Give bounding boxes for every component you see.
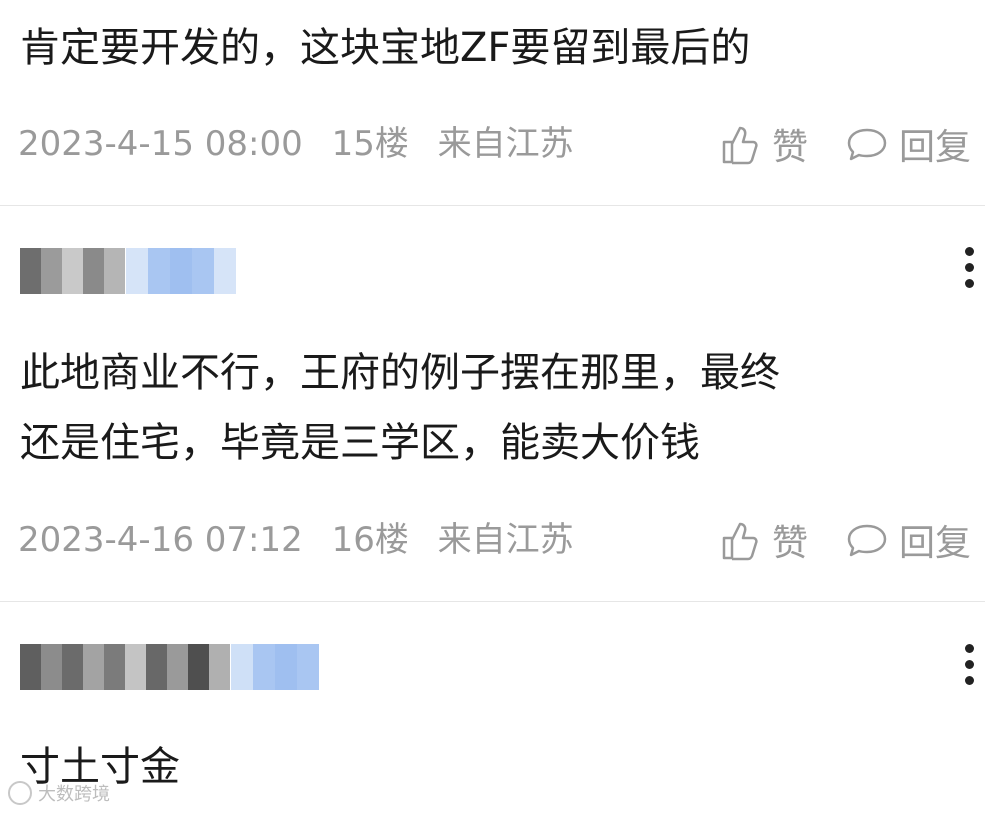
divider bbox=[0, 205, 985, 206]
user-badge-blurred bbox=[126, 248, 236, 294]
like-button[interactable]: 赞 bbox=[718, 510, 808, 570]
comment-text: 肯定要开发的，这块宝地ZF要留到最后的 bbox=[20, 25, 751, 71]
speech-bubble-icon bbox=[847, 524, 887, 557]
reply-button[interactable]: 回复 bbox=[845, 510, 971, 570]
like-button[interactable]: 赞 bbox=[718, 114, 808, 174]
like-label: 赞 bbox=[772, 127, 809, 168]
divider bbox=[0, 601, 985, 602]
avatar-username-blurred[interactable] bbox=[20, 248, 125, 294]
comment-text: 还是住宅，毕竟是三学区，能卖大价钱 bbox=[20, 420, 700, 466]
user-badge-blurred bbox=[231, 644, 319, 690]
more-options-button[interactable] bbox=[963, 247, 975, 291]
vertical-ellipsis-icon bbox=[963, 247, 975, 288]
like-label: 赞 bbox=[772, 523, 809, 564]
thumbs-up-icon bbox=[722, 522, 758, 561]
comment-meta: 2023-4-15 08:00 15楼 来自江苏 赞 回复 bbox=[0, 114, 985, 174]
avatar-username-blurred[interactable] bbox=[20, 644, 230, 690]
watermark-logo-icon bbox=[8, 781, 32, 805]
comment-location: 来自江苏 bbox=[437, 124, 574, 164]
vertical-ellipsis-icon bbox=[963, 644, 975, 685]
comment-time: 2023-4-15 08:00 bbox=[18, 124, 303, 164]
watermark: 大数跨境 bbox=[8, 780, 110, 806]
watermark-text: 大数跨境 bbox=[38, 784, 110, 805]
comment-floor: 16楼 bbox=[331, 520, 409, 560]
reply-label: 回复 bbox=[899, 127, 972, 168]
speech-bubble-icon bbox=[847, 128, 887, 161]
comment-text: 此地商业不行，王府的例子摆在那里，最终 bbox=[20, 350, 780, 396]
more-options-button[interactable] bbox=[963, 644, 975, 688]
comment-floor: 15楼 bbox=[331, 124, 409, 164]
reply-label: 回复 bbox=[899, 523, 972, 564]
reply-button[interactable]: 回复 bbox=[845, 114, 971, 174]
comment-time: 2023-4-16 07:12 bbox=[18, 520, 303, 560]
thumbs-up-icon bbox=[722, 126, 758, 165]
comment-meta: 2023-4-16 07:12 16楼 来自江苏 赞 回复 bbox=[0, 510, 985, 570]
comment-location: 来自江苏 bbox=[437, 520, 574, 560]
